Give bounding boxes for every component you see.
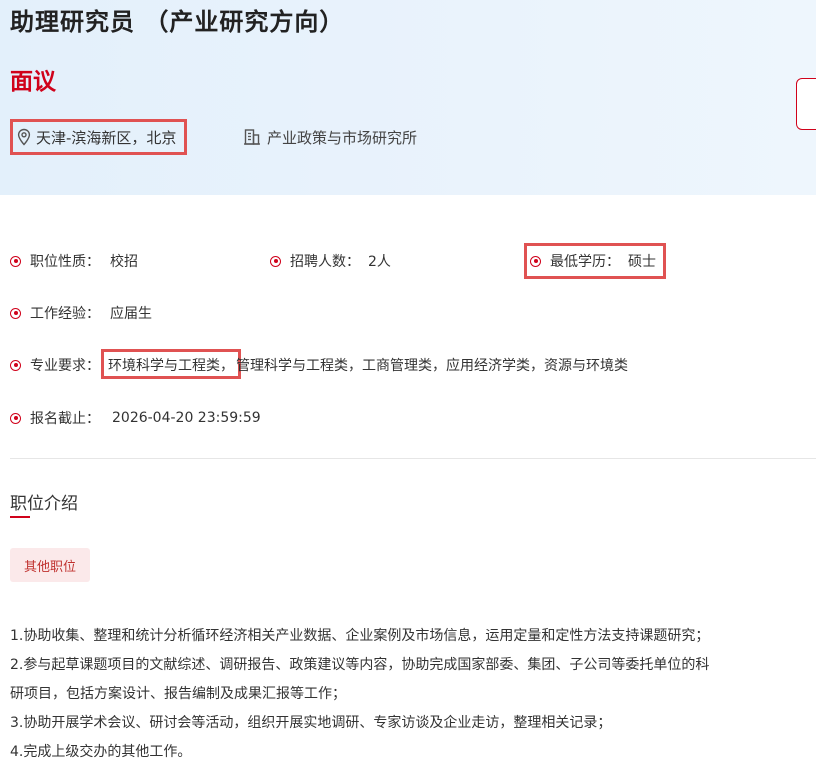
radio-dot-icon bbox=[10, 359, 21, 371]
field-job-nature: 职位性质： 校招 bbox=[10, 251, 138, 271]
job-header: 助理研究员 （产业研究方向） 面议 天津-滨海新区，北京 产业政策与市场研究所 bbox=[0, 0, 816, 195]
field-value: 应届生 bbox=[110, 306, 152, 322]
field-label: 专业要求： bbox=[30, 358, 100, 374]
field-label: 职位性质： bbox=[30, 254, 100, 270]
field-major: 专业要求： 环境科学与工程类， 管理科学与工程类，工商管理类，应用经济学类，资源… bbox=[10, 355, 628, 375]
organization-text: 产业政策与市场研究所 bbox=[267, 128, 418, 147]
field-value: 校招 bbox=[110, 254, 138, 270]
map-pin-icon bbox=[16, 128, 32, 146]
field-label: 招聘人数： bbox=[290, 254, 360, 270]
job-category-tag: 其他职位 bbox=[10, 548, 90, 582]
field-value: 2人 bbox=[368, 254, 391, 270]
description-line: 2.参与起草课题项目的文献综述、调研报告、政策建议等内容，协助完成国家部委、集团… bbox=[10, 657, 710, 673]
major-highlighted-value: 环境科学与工程类， bbox=[108, 358, 234, 374]
description-line: 4.完成上级交办的其他工作。 bbox=[10, 744, 192, 760]
field-label: 工作经验： bbox=[30, 306, 100, 322]
description-line: 研项目，包括方案设计、报告编制及成果汇报等工作； bbox=[10, 686, 346, 702]
radio-dot-icon bbox=[10, 255, 21, 267]
building-icon bbox=[243, 128, 261, 146]
radio-dot-icon bbox=[10, 307, 21, 319]
radio-dot-icon bbox=[270, 255, 281, 267]
job-description: 1.协助收集、整理和统计分析循环经济相关产业数据、企业案例及市场信息，运用定量和… bbox=[10, 622, 816, 767]
description-line: 3.协助开展学术会议、研讨会等活动，组织开展实地调研、专家访谈及企业走访，整理相… bbox=[10, 715, 612, 731]
radio-dot-icon bbox=[530, 255, 541, 267]
field-label: 最低学历： bbox=[550, 254, 620, 270]
field-education: 最低学历： 硕士 bbox=[530, 251, 656, 271]
section-title-job-intro: 职位介绍 bbox=[10, 494, 78, 514]
location-text: 天津-滨海新区，北京 bbox=[36, 128, 177, 147]
field-headcount: 招聘人数： 2人 bbox=[270, 251, 391, 271]
apply-button[interactable] bbox=[796, 78, 816, 130]
field-label: 报名截止： bbox=[30, 411, 100, 427]
job-location: 天津-滨海新区，北京 bbox=[10, 119, 188, 155]
description-line: 1.协助收集、整理和统计分析循环经济相关产业数据、企业案例及市场信息，运用定量和… bbox=[10, 628, 710, 644]
section-title-underline bbox=[10, 516, 30, 518]
section-divider bbox=[10, 458, 816, 459]
job-title: 助理研究员 （产业研究方向） bbox=[10, 8, 345, 36]
field-value: 2026-04-20 23:59:59 bbox=[112, 410, 261, 426]
job-organization: 产业政策与市场研究所 bbox=[243, 125, 417, 149]
radio-dot-icon bbox=[10, 412, 21, 424]
salary: 面议 bbox=[10, 69, 56, 95]
field-value: 硕士 bbox=[628, 254, 656, 270]
major-other-values: 管理科学与工程类，工商管理类，应用经济学类，资源与环境类 bbox=[236, 358, 628, 374]
field-deadline: 报名截止： 2026-04-20 23:59:59 bbox=[10, 408, 261, 428]
field-experience: 工作经验： 应届生 bbox=[10, 303, 152, 323]
